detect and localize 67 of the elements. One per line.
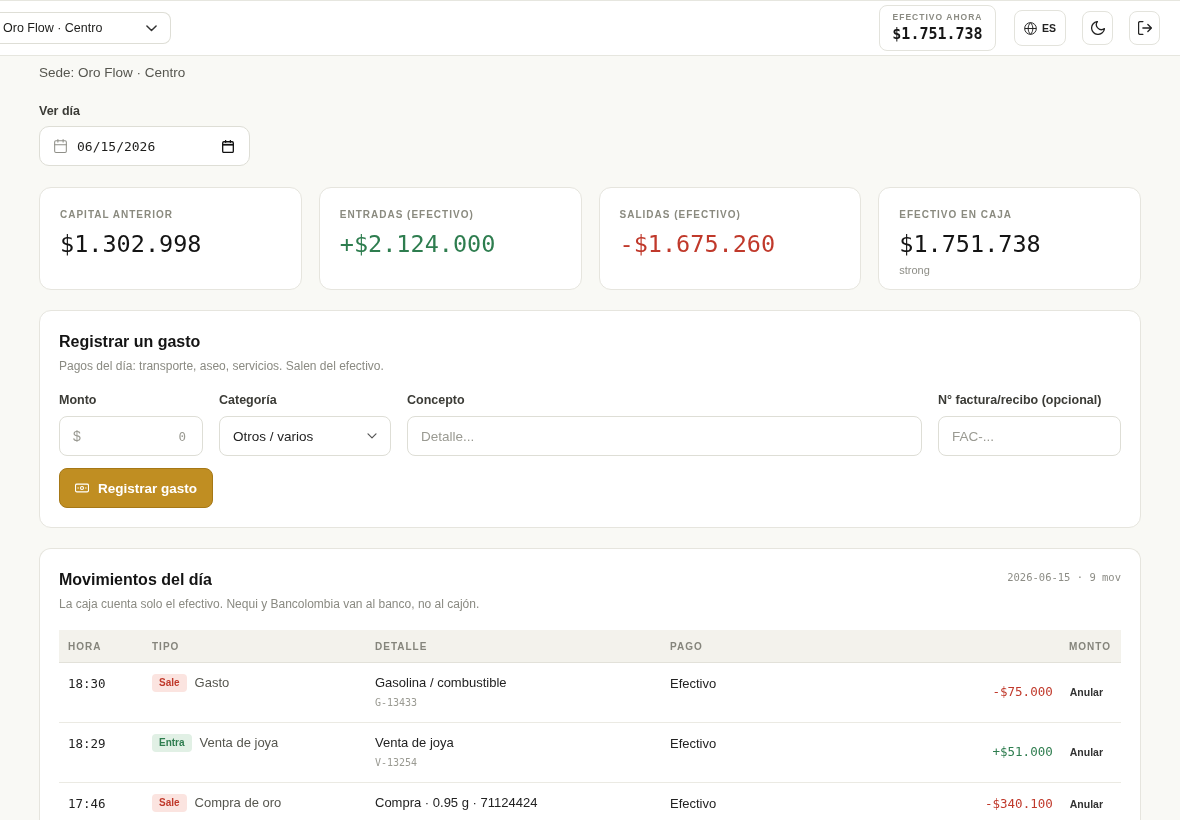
banknote-icon [75,483,89,493]
amount-text: +$51.000 [992,743,1053,761]
field-label: Ver día [39,103,80,119]
section-subtitle: Pagos del día: transporte, aseo, servicios. Salen del efectivo. [59,358,385,375]
stat-label: EFECTIVO EN CAJA [899,208,1012,222]
stat-value: $1.751.738 [899,230,1041,258]
reference-text: V-13254 [375,756,418,770]
globe-icon [1024,21,1037,35]
void-button[interactable]: Anular [1069,686,1103,698]
column-header: HORA [67,640,103,652]
date-field[interactable]: 06/15/2026 [39,126,250,166]
text-field[interactable]: Detalle... [407,416,922,456]
type-text: Compra de oro [194,794,282,812]
section-subtitle: La caja cuenta solo el efectivo. Nequi y Bancolombia van al banco, no al cajón. [59,596,480,613]
detail-text: Gasolina / combustible [375,674,507,692]
amount-text: -$75.000 [992,683,1053,701]
type-text: Gasto [194,674,230,692]
chevron-down-icon [146,24,157,32]
field-label: N° factura/recibo (opcional) [938,392,1102,408]
column-header: MONTO [1067,640,1112,652]
field-label: Categoría [219,392,277,408]
text-field[interactable]: FAC-... [938,416,1121,456]
void-button[interactable]: Anular [1069,797,1103,810]
field-label: Concepto [407,392,465,408]
void-button[interactable]: Anular [1069,746,1103,758]
time-text: 18:29 [68,736,106,751]
category-select[interactable]: Otros / varios [219,416,391,456]
logout-button[interactable] [1129,11,1160,45]
direction-tag: Sale [152,794,187,812]
stat-label: ENTRADAS (EFECTIVO) [339,208,474,222]
stat-label: CAPITAL ANTERIOR [60,208,174,222]
stat-label: SALIDAS (EFECTIVO) [619,208,741,222]
detail-text: Compra · 0.95 g · 71124424 [375,794,538,812]
direction-tag: Sale [152,674,187,692]
chevron-down-icon [367,433,377,439]
cash-now-label: EFECTIVO AHORA [892,12,983,23]
calendar-icon[interactable] [222,139,234,153]
stat-note: strong [899,263,930,277]
moon-icon [1090,21,1105,35]
field-label: Monto [59,392,97,408]
column-header: PAGO [669,640,704,652]
calendar-icon [54,139,67,153]
section-title: Registrar un gasto [59,332,202,352]
amount-text: -$340.100 [985,794,1053,813]
logout-icon [1137,21,1152,35]
direction-tag: Entra [152,734,192,752]
branch-text: Sede: Oro Flow · Centro [39,64,187,82]
cash-now-value: $1.751.738 [892,25,983,44]
time-text: 17:46 [68,796,106,811]
type-text: Venta de joya [199,734,279,752]
theme-toggle-button[interactable] [1082,11,1113,45]
payment-text: Efectivo [670,676,717,691]
time-text: 18:30 [68,676,106,691]
stat-value: $1.302.998 [60,230,202,258]
stat-value: +$2.124.000 [339,230,496,258]
payment-text: Efectivo [670,736,717,751]
branch-select[interactable]: Oro Flow · Centro [0,12,171,44]
payment-text: Efectivo [670,796,717,811]
movements-meta: 2026-06-15 · 9 mov [1007,570,1121,584]
section-title: Movimientos del día [59,570,213,590]
column-header: TIPO [151,640,181,652]
stat-value: -$1.675.260 [619,230,776,258]
column-header: DETALLE [374,640,429,652]
detail-text: Venta de joya [375,734,454,752]
language-button[interactable]: ES [1014,10,1066,46]
currency-prefix: $ [73,428,81,444]
reference-text: G-13433 [375,696,418,710]
